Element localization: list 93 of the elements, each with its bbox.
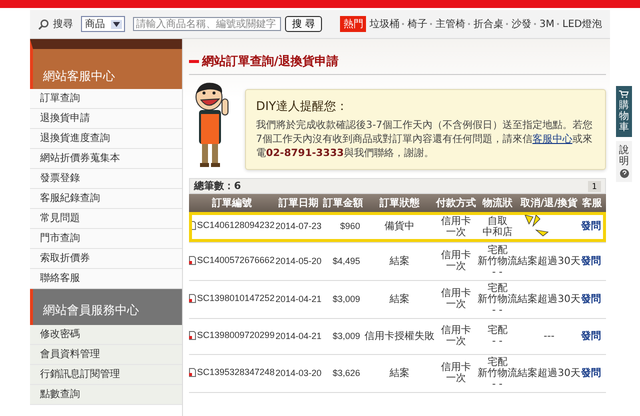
sidebar-item[interactable]: 修改密碼 [30,325,182,345]
column-header: 訂單編號 [189,194,276,212]
sidebar-item[interactable]: 索取折價券 [30,249,182,269]
hot-badge: 熱門 [340,16,366,32]
sidebar-item[interactable]: 聯絡客服 [30,269,182,289]
logistics-cell: 宅配 新竹物流 - - [477,354,518,392]
total-count: 總筆數：6 [194,180,241,193]
sidebar-section-header: 網站客服中心 [30,39,182,89]
cancel-cell: 結案超過30天 [517,280,581,318]
amount-cell: $3,009 [322,318,364,354]
sidebar-item[interactable]: 會員資料管理 [30,345,182,365]
ask-link[interactable]: 發問 [580,330,601,342]
column-header: 訂單金額 [322,194,364,212]
document-icon [189,330,196,340]
ask-link[interactable]: 發問 [580,294,601,304]
cart-icon [619,90,629,98]
title-marker-icon [189,60,199,63]
sidebar-item[interactable]: 退換貨進度查詢 [30,129,182,149]
order-id-cell: SC1406128094232 [189,212,276,242]
order-date-cell: 2014-07-23 [275,212,322,242]
hot-keyword-link[interactable]: LED燈泡 [562,17,602,31]
order-id-cell: SC1395328347248 [189,354,276,392]
page-title: 網站訂單查詢/退換貨申請 [202,53,338,70]
ask-link[interactable]: 發問 [580,368,601,378]
logistics-cell: 宅配 新竹物流 - - [477,242,518,280]
search-field[interactable]: 請輸入商品名稱、編號或關鍵字 [133,17,281,31]
status-cell: 信用卡授權失敗 [364,318,435,354]
order-date-cell: 2014-04-21 [275,318,322,354]
status-cell: 結案 [364,280,435,318]
cancel-cell: 結案超過30天 [517,242,581,280]
column-header: 訂單日期 [275,194,322,212]
hot-keyword-link[interactable]: 椅子 [407,17,428,31]
order-id-cell: SC1400572676662 [189,242,276,280]
amount-cell: $3,626 [322,354,364,392]
sidebar-item[interactable]: 訂單查詢 [30,89,182,109]
status-cell: 結案 [364,354,435,392]
ask-link[interactable]: 發問 [580,221,601,232]
order-date-cell: 2014-05-20 [275,242,322,280]
column-header: 取消/退/換貨 [517,194,581,212]
payment-cell: 信用卡 一次 [434,242,478,280]
payment-cell: 信用卡 一次 [434,212,478,242]
search-icon [38,18,49,30]
order-id-cell: SC1398010147252 [189,280,276,318]
logistics-cell: 宅配 新竹物流 - - [477,280,518,318]
sidebar-item[interactable]: 發票登錄 [30,169,182,189]
sidebar-item[interactable]: 行銷訊息訂閱管理 [30,365,182,385]
sidebar-item[interactable]: 門市查詢 [30,229,182,249]
status-cell: 備貨中 [364,212,435,242]
search-label: 搜尋 [53,18,73,31]
caret-icon [111,20,122,28]
logistics-cell: 自取 中和店 [477,212,518,242]
sidebar-item[interactable]: 網站折價券蒐集本 [30,149,182,169]
hot-keyword-link[interactable]: 折合桌 [473,17,504,31]
document-icon [189,294,196,302]
order-id-cell: SC1398009720299 [189,318,276,354]
ask-link[interactable]: 發問 [580,256,601,266]
hot-keyword-link[interactable]: 3M [539,18,554,30]
document-icon [189,368,196,376]
sidebar-item[interactable]: 點數查詢 [30,385,182,405]
hot-keyword-link[interactable]: 垃圾桶 [369,17,400,31]
column-header: 物流狀 [477,194,518,212]
order-date-cell: 2014-03-20 [275,354,322,392]
order-date-cell: 2014-04-21 [275,280,322,318]
page-button[interactable]: 1 [588,180,601,192]
payment-cell: 信用卡 一次 [434,318,478,354]
help-tab[interactable]: 說明 [616,141,632,182]
sidebar-item[interactable]: 退換貨申請 [30,109,182,129]
hot-keyword-link[interactable]: 沙發 [511,17,532,31]
notice-title: DIY達人提醒您： [256,98,350,115]
cart-tab[interactable]: 購物車 [616,86,632,137]
payment-cell: 信用卡 一次 [434,280,478,318]
category-select[interactable]: 商品 [81,16,125,32]
cancel-cell: 結案超過30天 [517,354,581,392]
status-cell: 結案 [364,242,435,280]
sidebar-section-header: 網站會員服務中心 [30,289,182,325]
document-icon [189,221,196,230]
column-header: 訂單狀態 [364,194,435,212]
amount-cell: $3,009 [322,280,364,318]
hot-keyword-link[interactable]: 主管椅 [435,17,466,31]
notice-text: 我們將於完成收款確認後3-7個工作天內（不含例假日）送至指定地點。若您7個工作天內沒有收到商品或對訂單內容還有任何問題，請來信客服中心或來電02-8791-3333與我們聯絡，謝謝。 [256,119,594,161]
payment-cell: 信用卡 一次 [434,354,478,392]
column-header: 付款方式 [434,194,478,212]
sidebar-item[interactable]: 客服紀錄查詢 [30,189,182,209]
sidebar-item[interactable]: 常見問題 [30,209,182,229]
logistics-cell: 宅配 - - [477,318,518,354]
amount-cell: $4,495 [322,242,364,280]
column-header: 客服 [580,194,606,212]
search-button[interactable]: 搜 尋 [285,16,322,32]
help-icon [620,169,628,178]
amount-cell: $960 [322,212,364,242]
document-icon [189,256,196,264]
customer-service-link[interactable]: 客服中心 [532,134,572,145]
cancel-cell: --- [517,318,581,354]
